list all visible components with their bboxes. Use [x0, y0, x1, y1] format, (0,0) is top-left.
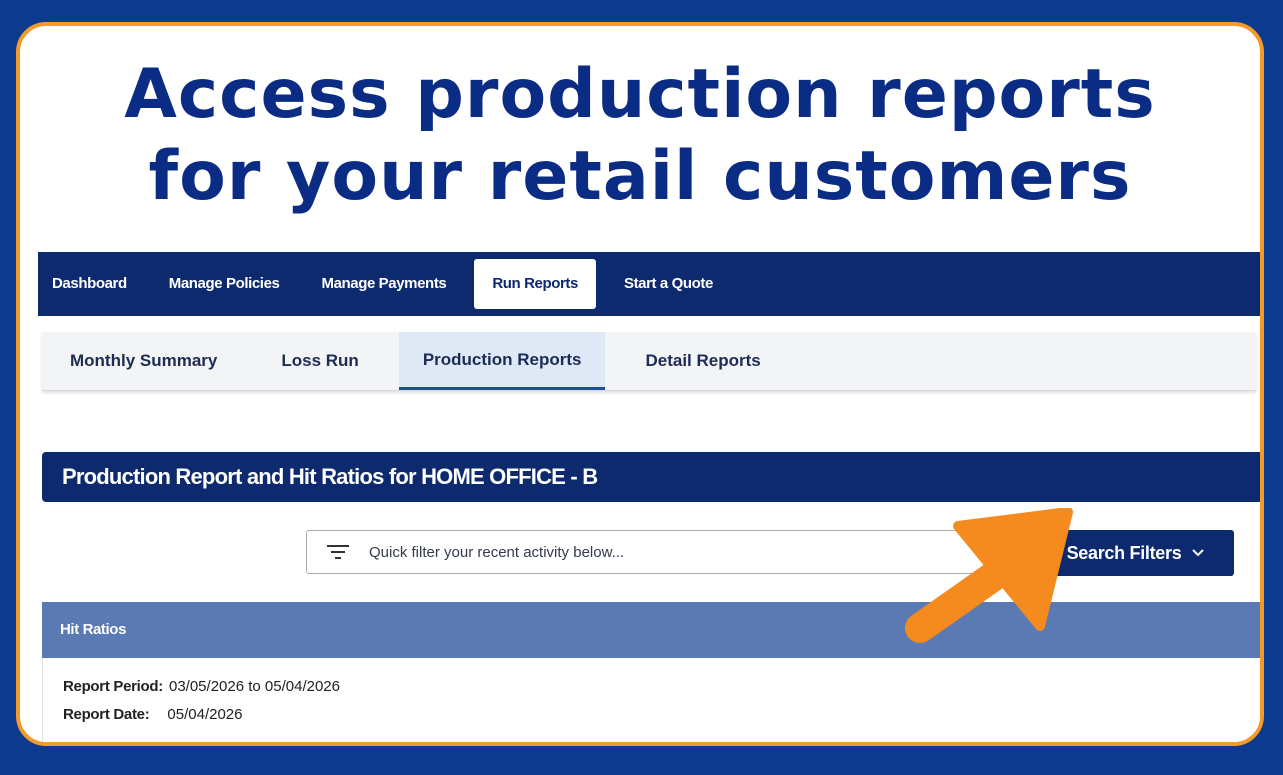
- headline: Access production reports for your retai…: [20, 54, 1260, 218]
- report-period-row: Report Period: 03/05/2026 to 05/04/2026: [63, 678, 340, 695]
- filter-icon: [327, 545, 349, 559]
- report-period-label: Report Period:: [63, 678, 163, 695]
- headline-line-1: Access production reports: [124, 55, 1156, 134]
- report-date-label: Report Date:: [63, 706, 150, 723]
- report-tabs: Monthly Summary Loss Run Production Repo…: [42, 332, 1256, 391]
- pointer-arrow-icon: [905, 508, 1073, 643]
- hit-ratios-body: Report Period: 03/05/2026 to 05/04/2026 R…: [42, 658, 1260, 742]
- nav-run-reports[interactable]: Run Reports: [474, 259, 596, 309]
- top-navigation: Dashboard Manage Policies Manage Payment…: [38, 252, 1260, 316]
- nav-manage-policies[interactable]: Manage Policies: [155, 259, 294, 309]
- tab-loss-run[interactable]: Loss Run: [257, 332, 382, 390]
- report-date-row: Report Date: 05/04/2026: [63, 706, 243, 723]
- tab-detail-reports[interactable]: Detail Reports: [621, 332, 784, 390]
- tab-production-reports[interactable]: Production Reports: [398, 332, 606, 390]
- report-period-value: 03/05/2026 to 05/04/2026: [168, 678, 340, 695]
- chevron-down-icon: [1192, 549, 1205, 557]
- nav-dashboard[interactable]: Dashboard: [38, 259, 141, 309]
- headline-line-2: for your retail customers: [148, 137, 1132, 216]
- quick-filter-input[interactable]: [367, 542, 971, 562]
- report-date-value: 05/04/2026: [167, 706, 243, 723]
- promo-card: Access production reports for your retai…: [16, 22, 1264, 746]
- nav-manage-payments[interactable]: Manage Payments: [307, 259, 460, 309]
- app-screenshot: Dashboard Manage Policies Manage Payment…: [38, 252, 1260, 742]
- tab-monthly-summary[interactable]: Monthly Summary: [42, 332, 241, 390]
- nav-start-a-quote[interactable]: Start a Quote: [610, 259, 727, 309]
- report-title: Production Report and Hit Ratios for HOM…: [42, 452, 1260, 502]
